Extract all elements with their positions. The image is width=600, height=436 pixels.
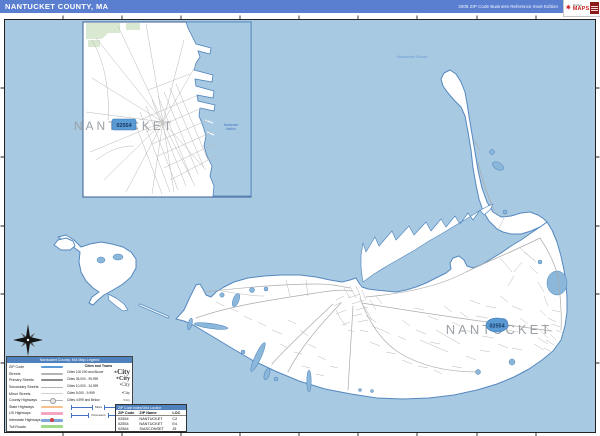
legend-road-column: ZIP Code Streets Primary Streets Seconda… xyxy=(7,363,65,431)
legend-row: Minor Streets xyxy=(9,391,63,397)
zip-index-table: ZIP Code Index/Grid Locator ZIP Code ZIP… xyxy=(115,404,187,432)
logo-address-block xyxy=(590,2,599,14)
legend-panel: Nantucket County, MA Map Legend ZIP Code… xyxy=(6,356,133,432)
map-page: { "header": { "title": "NANTUCKET COUNTY… xyxy=(0,0,600,436)
logo-star-icon: ✷ xyxy=(565,3,572,12)
inset-harbor-label2: Harbor xyxy=(226,127,237,131)
legend-row: Streets xyxy=(9,371,63,377)
legend-row: Interstate Highways xyxy=(9,417,63,423)
legend-row: County Highways xyxy=(9,397,63,404)
page-title: NANTUCKET COUNTY, MA xyxy=(5,2,109,11)
streets-swatch xyxy=(41,372,63,375)
svg-text:02554: 02554 xyxy=(116,123,132,129)
interstate-highways-swatch xyxy=(41,417,63,422)
inset-zip-badge: 02554 xyxy=(111,118,137,131)
publisher-logo: ✷ Market MAPS xyxy=(563,0,600,17)
minor-streets-swatch xyxy=(41,393,63,395)
secondary-streets-swatch xyxy=(41,386,63,388)
island-zip-badge: 02554 xyxy=(485,317,509,333)
toll-roads-swatch xyxy=(41,425,63,429)
legend-row: State Highways xyxy=(9,404,63,410)
legend-row: ZIP Code xyxy=(9,364,63,370)
legend-row: US Highways xyxy=(9,410,63,416)
edition-subtitle: 2008 ZIP Code Business Reference Inset E… xyxy=(458,4,558,9)
logo-line2: MAPS xyxy=(572,5,590,12)
svg-text:02554: 02554 xyxy=(489,324,505,330)
map-title-bar: NANTUCKET COUNTY, MA 2008 ZIP Code Busin… xyxy=(0,0,563,13)
primary-streets-swatch xyxy=(41,379,63,382)
legend-row: Cities 100,000 and AboveCity xyxy=(67,368,130,376)
legend-row: Cities 35,000 - 99,999City xyxy=(67,375,130,382)
legend-row: Cities 5,000 - 9,999City xyxy=(67,389,130,396)
county-highways-swatch xyxy=(41,397,63,404)
state-highways-swatch xyxy=(41,405,63,409)
zip-boundary-swatch xyxy=(41,366,63,369)
table-row: 02564 SIASCONSET J5 xyxy=(118,426,177,431)
legend-row: Secondary Streets xyxy=(9,384,63,390)
legend-row: Cities 4,999 and BelowCity xyxy=(67,396,130,403)
legend-row: Cities 10,000 - 34,999City xyxy=(67,382,130,389)
legend-row: Toll Roads xyxy=(9,424,63,430)
us-highways-swatch xyxy=(41,412,63,415)
legend-row: Primary Streets xyxy=(9,377,63,383)
water-label: Nantucket Sound xyxy=(397,54,428,59)
inset-map: NANTUCKET 02554 Nantucket Harbor xyxy=(74,21,252,198)
